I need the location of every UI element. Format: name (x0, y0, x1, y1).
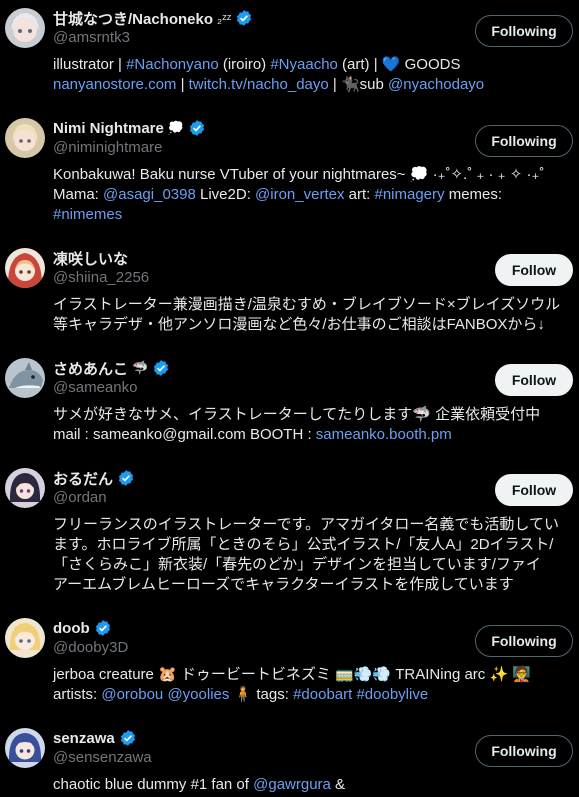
avatar-blonde-icon (5, 118, 45, 158)
bio-text: 「さくらみこ」新衣装/「春先のどか」デザインを担当しています/ファイ (53, 556, 541, 573)
user-name[interactable]: senzawa (53, 730, 115, 747)
user-name[interactable]: 甘城なつき/Nachoneko (53, 8, 213, 29)
bio-text: | 🐈‍⬛sub (328, 76, 388, 93)
verified-badge-icon (117, 469, 135, 487)
bio-text: サメが好きなサメ、イラストレーターしてたりします🦈 企業依頼受付中 (53, 406, 541, 423)
bio-mention-link[interactable]: @iron_vertex (255, 186, 344, 203)
user-cell[interactable]: 甘城なつき/Nachoneko ₂ᶻᶻ @amsrntk3 illustrato… (0, 8, 579, 112)
verified-badge-icon (94, 619, 112, 637)
bio-text: Live2D: (195, 186, 256, 203)
bio-text: art: (344, 186, 375, 203)
avatar[interactable] (5, 358, 45, 398)
user-cell[interactable]: おるだん @ordan フリーランスのイラストレーターです。アマガイタロー名義で… (0, 468, 579, 602)
avatar[interactable] (5, 248, 45, 288)
bio-hashtag-link[interactable]: #Nachonyano (126, 56, 219, 73)
bio-mention-link[interactable]: @nyachodayo (388, 76, 484, 93)
user-bio: Konbakuwa! Baku nurse VTuber of your nig… (53, 165, 568, 225)
bio-text: (iroiro) (218, 56, 271, 73)
following-button[interactable]: Following (475, 125, 573, 157)
bio-mention-link[interactable]: @asagi_0398 (103, 186, 196, 203)
avatar-blue-hair-icon (5, 728, 45, 768)
user-bio: illustrator | #Nachonyano (iroiro) #Nyaa… (53, 55, 568, 95)
bio-text: 等キャラデザ・他アンソロ漫画など色々/お仕事のご相談はFANBOXから↓ (53, 316, 545, 333)
user-name[interactable]: さめあんこ (53, 358, 128, 379)
bio-text: memes: (444, 186, 503, 203)
bio-text: フリーランスのイラストレーターです。アマガイタロー名義でも活動してい (53, 516, 559, 533)
bio-hashtag-link[interactable]: #doobylive (356, 686, 428, 703)
bio-text: アーエムブレムヒーローズでキャラクターイラストを作成しています (53, 576, 514, 593)
user-name[interactable]: Nimi Nightmare (53, 120, 164, 137)
avatar[interactable] (5, 8, 45, 48)
bio-mention-link[interactable]: @yoolies (167, 686, 229, 703)
name-suffix: ₂ᶻᶻ (217, 10, 232, 26)
bio-hashtag-link[interactable]: #Nyaacho (270, 56, 338, 73)
bio-mention-link[interactable]: @gawrgura (253, 776, 331, 793)
bio-text: ます。ホロライブ所属「ときのそら」公式イラスト/「友人A」2Dイラスト/ (53, 536, 554, 553)
user-bio: フリーランスのイラストレーターです。アマガイタロー名義でも活動してい ます。ホロ… (53, 515, 568, 595)
user-name[interactable]: おるだん (53, 468, 113, 489)
avatar-silver-hair-icon (5, 8, 45, 48)
bio-hashtag-link[interactable]: #doobart (293, 686, 352, 703)
bio-text: Mama: (53, 186, 104, 203)
avatar[interactable] (5, 118, 45, 158)
user-cell[interactable]: Nimi Nightmare 💭 @niminightmare Konbakuw… (0, 118, 579, 228)
bio-text: 🧍 tags: (229, 686, 294, 703)
avatar-blonde-girl-icon (5, 618, 45, 658)
user-name[interactable]: doob (53, 620, 90, 637)
user-bio: chaotic blue dummy #1 fan of @gawrgura & (53, 775, 568, 795)
avatar-dark-hair-icon (5, 468, 45, 508)
avatar-red-hood-icon (5, 248, 45, 288)
bio-text: (art) | 💙 GOODS (337, 56, 461, 73)
verified-badge-icon (235, 9, 253, 27)
verified-badge-icon (152, 359, 170, 377)
bio-text: | (176, 76, 189, 93)
avatar[interactable] (5, 468, 45, 508)
avatar[interactable] (5, 728, 45, 768)
avatar-shark-icon (5, 358, 45, 398)
follow-button[interactable]: Follow (495, 474, 573, 506)
follow-button[interactable]: Follow (495, 364, 573, 396)
user-cell[interactable]: さめあんこ 🦈 @sameanko サメが好きなサメ、イラストレーターしてたりし… (0, 358, 579, 450)
bio-hashtag-link[interactable]: #nimemes (53, 206, 122, 223)
bio-text: illustrator | (53, 56, 127, 73)
bio-mention-link[interactable]: @orobou (101, 686, 163, 703)
following-button[interactable]: Following (475, 735, 573, 767)
bio-url-link[interactable]: sameanko.booth.pm (316, 426, 452, 443)
following-list: 甘城なつき/Nachoneko ₂ᶻᶻ @amsrntk3 illustrato… (0, 0, 579, 797)
bio-text: jerboa creature 🐹 ドゥービートビネズミ 🚃💨💨 TRAINin… (53, 666, 531, 683)
bio-text: & (330, 776, 346, 793)
user-bio: サメが好きなサメ、イラストレーターしてたりします🦈 企業依頼受付中 mail :… (53, 405, 568, 445)
user-bio: jerboa creature 🐹 ドゥービートビネズミ 🚃💨💨 TRAINin… (53, 665, 568, 705)
bio-text: mail : sameanko@gmail.com BOOTH : (53, 426, 316, 443)
name-suffix: 💭 (167, 120, 185, 135)
bio-text: artists: (53, 686, 102, 703)
bio-url-link[interactable]: twitch.tv/nacho_dayo (189, 76, 329, 93)
bio-text: chaotic blue dummy #1 fan of (53, 776, 254, 793)
user-cell[interactable]: doob @dooby3D jerboa creature 🐹 ドゥービートビネ… (0, 618, 579, 710)
user-cell[interactable]: senzawa @sensenzawa chaotic blue dummy #… (0, 728, 579, 797)
bio-hashtag-link[interactable]: #nimagery (374, 186, 444, 203)
bio-text: イラストレーター兼漫画描き/温泉むすめ・ブレイブソード×ブレイズソウル (53, 296, 561, 313)
verified-badge-icon (119, 729, 137, 747)
verified-badge-icon (188, 119, 206, 137)
following-button[interactable]: Following (475, 625, 573, 657)
user-bio: イラストレーター兼漫画描き/温泉むすめ・ブレイブソード×ブレイズソウル 等キャラ… (53, 295, 568, 335)
avatar[interactable] (5, 618, 45, 658)
follow-button[interactable]: Follow (495, 254, 573, 286)
user-name[interactable]: 凍咲しいな (53, 248, 128, 269)
following-button[interactable]: Following (475, 15, 573, 47)
bio-text: Konbakuwa! Baku nurse VTuber of your nig… (53, 166, 545, 183)
bio-url-link[interactable]: nanyanostore.com (53, 76, 176, 93)
user-cell[interactable]: 凍咲しいな @shiina_2256 イラストレーター兼漫画描き/温泉むすめ・ブ… (0, 248, 579, 340)
name-suffix: 🦈 (132, 360, 149, 375)
